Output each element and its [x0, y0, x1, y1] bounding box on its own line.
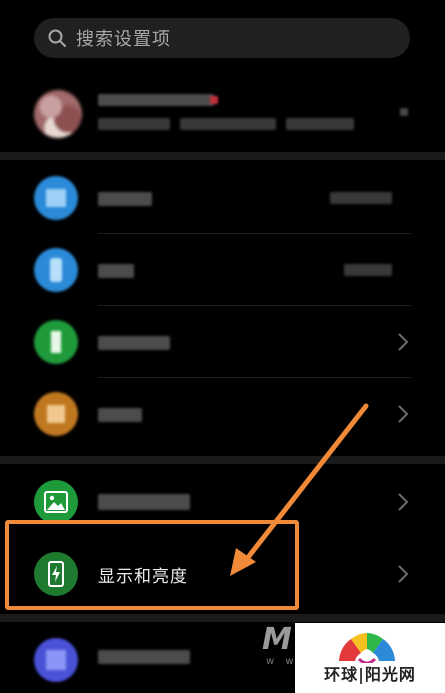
watermark-text: 环球|阳光网	[324, 665, 416, 684]
rainbow-logo-icon	[339, 633, 395, 663]
watermark-logo: 环球|阳光网	[295, 623, 445, 693]
watermark-dots: w w	[266, 656, 298, 667]
pointer-arrow	[230, 403, 369, 576]
watermark-letter: M	[262, 622, 292, 657]
settings-screen: 搜索设置项 显示和亮度 M w w 环球|阳光网	[0, 0, 445, 693]
